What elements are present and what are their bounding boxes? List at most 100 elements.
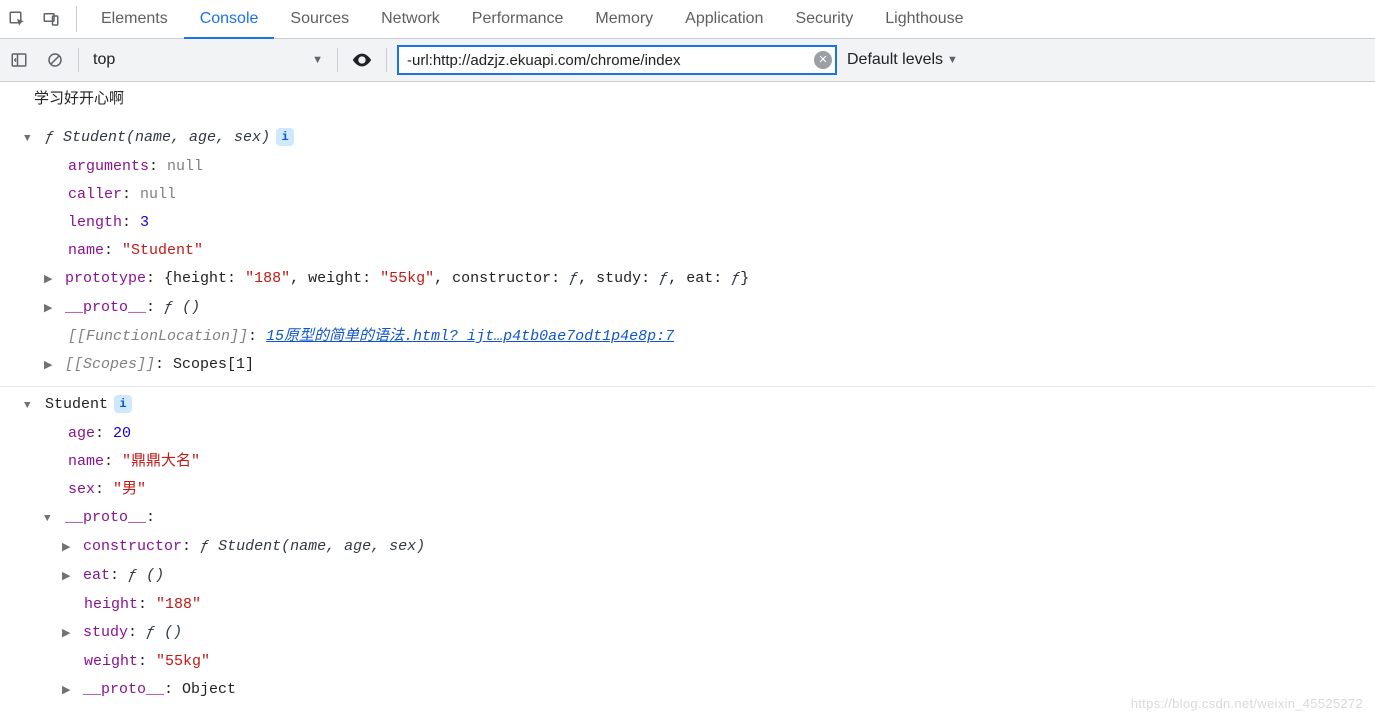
info-icon[interactable]: i [114, 395, 132, 413]
console-message: ƒ Student(name, age, sex) i arguments: nu… [0, 120, 1375, 387]
expand-arrow-icon[interactable] [62, 620, 74, 648]
prop-key: length [68, 214, 122, 231]
info-icon[interactable]: i [276, 128, 294, 146]
context-selector[interactable]: top ▼ [89, 51, 327, 69]
prop-value: "55kg" [156, 653, 210, 670]
function-signature: () [182, 299, 200, 316]
prop-key: height [84, 596, 138, 613]
object-header[interactable]: Student i [0, 391, 1375, 420]
chevron-down-icon: ▼ [947, 54, 958, 66]
object-property[interactable]: constructor: ƒ Student(name, age, sex) [0, 533, 1375, 562]
filter-input[interactable] [397, 45, 837, 75]
tab-security[interactable]: Security [779, 0, 869, 38]
expand-arrow-icon[interactable] [44, 266, 56, 294]
expand-arrow-icon[interactable] [44, 295, 56, 323]
prop-value: Scopes[1] [173, 356, 254, 373]
console-toolbar: top ▼ ✕ Default levels ▼ [0, 39, 1375, 82]
object-property[interactable]: caller: null [0, 181, 1375, 209]
object-property[interactable]: __proto__: Object [0, 676, 1375, 705]
clear-filter-icon[interactable]: ✕ [814, 51, 832, 69]
log-text: 学习好开心啊 [0, 86, 1375, 114]
function-glyph: ƒ [45, 129, 63, 146]
prop-value: null [167, 158, 203, 175]
prop-value: 3 [140, 214, 149, 231]
object-property[interactable]: study: ƒ () [0, 619, 1375, 648]
filter-box: ✕ [397, 45, 837, 75]
object-property[interactable]: length: 3 [0, 209, 1375, 237]
prop-key: eat [83, 567, 110, 584]
divider [76, 6, 77, 32]
function-signature: Student(name, age, sex) [218, 538, 425, 555]
prop-value: "Student" [122, 242, 203, 259]
function-glyph: ƒ [146, 624, 164, 641]
tab-console[interactable]: Console [184, 0, 275, 38]
object-property[interactable]: eat: ƒ () [0, 562, 1375, 591]
object-property[interactable]: __proto__: ƒ () [0, 294, 1375, 323]
function-signature: Student(name, age, sex) [63, 129, 270, 146]
function-glyph: ƒ [164, 299, 182, 316]
object-property[interactable]: weight: "55kg" [0, 648, 1375, 676]
object-class: Student [45, 396, 108, 413]
prop-value: null [140, 186, 176, 203]
prop-key: name [68, 453, 104, 470]
object-property[interactable]: age: 20 [0, 420, 1375, 448]
source-link[interactable]: 15原型的简单的语法.html?_ijt…p4tb0ae7odt1p4e8p:7 [266, 328, 674, 345]
tab-performance[interactable]: Performance [456, 0, 580, 38]
prop-value: Object [182, 681, 236, 698]
object-property[interactable]: [[FunctionLocation]]: 15原型的简单的语法.html?_i… [0, 323, 1375, 351]
expand-arrow-icon[interactable] [62, 677, 74, 705]
expand-arrow-icon[interactable] [62, 534, 74, 562]
separator [386, 48, 387, 72]
console-message: Student i age: 20 name: "鼎鼎大名" sex: "男" _… [0, 387, 1375, 711]
object-property[interactable]: name: "Student" [0, 237, 1375, 265]
prop-value: "鼎鼎大名" [122, 453, 200, 470]
inspect-element-icon[interactable] [0, 0, 34, 38]
prop-key: prototype [65, 270, 146, 287]
prop-value: 20 [113, 425, 131, 442]
tab-application[interactable]: Application [669, 0, 779, 38]
prop-key: __proto__ [65, 509, 146, 526]
object-property[interactable]: [[Scopes]]: Scopes[1] [0, 351, 1375, 380]
object-property[interactable]: sex: "男" [0, 476, 1375, 504]
prop-key: sex [68, 481, 95, 498]
tab-lighthouse[interactable]: Lighthouse [869, 0, 979, 38]
object-property[interactable]: __proto__: [0, 504, 1375, 533]
object-property[interactable]: arguments: null [0, 153, 1375, 181]
expand-arrow-icon[interactable] [44, 352, 56, 380]
prop-key: age [68, 425, 95, 442]
separator [78, 48, 79, 72]
prop-key: study [83, 624, 128, 641]
object-header[interactable]: ƒ Student(name, age, sex) i [0, 124, 1375, 153]
prop-key: constructor [83, 538, 182, 555]
expand-arrow-icon[interactable] [24, 125, 36, 153]
tabs: Elements Console Sources Network Perform… [85, 0, 980, 38]
object-property[interactable]: prototype: {height: "188", weight: "55kg… [0, 265, 1375, 294]
chevron-down-icon: ▼ [312, 54, 323, 66]
separator [337, 48, 338, 72]
function-glyph: ƒ [200, 538, 218, 555]
clear-console-icon[interactable] [42, 47, 68, 73]
function-signature: () [146, 567, 164, 584]
object-property[interactable]: height: "188" [0, 591, 1375, 619]
tab-network[interactable]: Network [365, 0, 456, 38]
live-expression-icon[interactable] [348, 46, 376, 74]
prop-value: "188" [156, 596, 201, 613]
expand-arrow-icon[interactable] [44, 505, 56, 533]
expand-arrow-icon[interactable] [24, 392, 36, 420]
tab-sources[interactable]: Sources [274, 0, 365, 38]
log-levels-label: Default levels [847, 51, 943, 69]
prop-key: __proto__ [83, 681, 164, 698]
expand-arrow-icon[interactable] [62, 563, 74, 591]
log-levels-selector[interactable]: Default levels ▼ [847, 51, 958, 69]
prop-key: [[Scopes]] [65, 356, 155, 373]
tab-memory[interactable]: Memory [579, 0, 669, 38]
devtools-tabstrip: Elements Console Sources Network Perform… [0, 0, 1375, 39]
object-property[interactable]: name: "鼎鼎大名" [0, 448, 1375, 476]
device-toolbar-icon[interactable] [34, 0, 68, 38]
prop-key: name [68, 242, 104, 259]
prop-preview: {height: [164, 270, 245, 287]
sidebar-toggle-icon[interactable] [6, 47, 32, 73]
tab-elements[interactable]: Elements [85, 0, 184, 38]
prop-key: arguments [68, 158, 149, 175]
prop-key: [[FunctionLocation]] [68, 328, 248, 345]
